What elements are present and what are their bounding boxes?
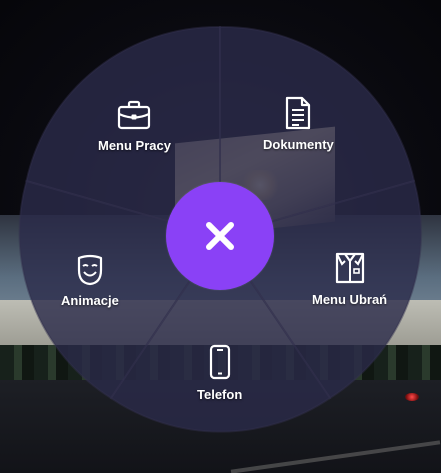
menu-item-docs[interactable]: Dokumenty <box>263 96 334 152</box>
menu-item-clothes[interactable]: Menu Ubrań <box>312 249 387 307</box>
close-icon <box>206 222 234 250</box>
briefcase-icon <box>118 100 151 130</box>
menu-item-label: Telefon <box>197 387 243 402</box>
menu-item-label: Animacje <box>61 293 119 308</box>
menu-item-label: Dokumenty <box>263 137 334 152</box>
close-menu-button[interactable] <box>166 182 274 290</box>
menu-item-phone[interactable]: Telefon <box>197 344 242 402</box>
menu-item-label: Menu Ubrań <box>312 292 388 307</box>
phone-icon <box>209 344 230 380</box>
shirt-icon <box>335 252 364 284</box>
menu-item-label: Menu Pracy <box>98 138 171 153</box>
menu-item-work[interactable]: Menu Pracy <box>98 99 171 153</box>
mask-icon <box>77 254 103 286</box>
document-icon <box>286 96 311 130</box>
menu-item-emotes[interactable]: Animacje <box>61 254 119 308</box>
